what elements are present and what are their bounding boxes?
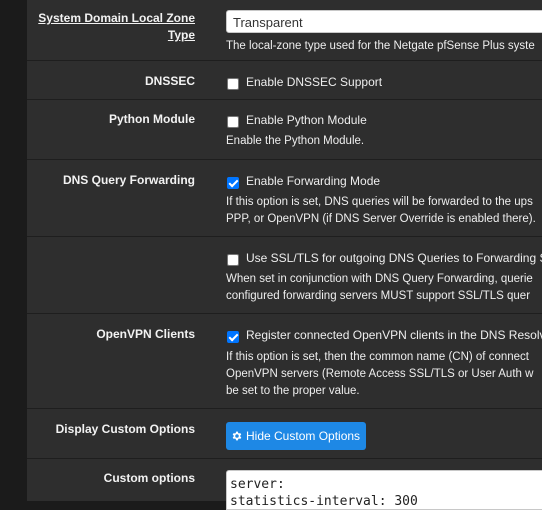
local-zone-type-help: The local-zone type used for the Netgate…: [226, 40, 535, 52]
openvpn-clients-checkbox-label: Register connected OpenVPN clients in th…: [246, 328, 542, 342]
custom-options-line1: server:: [230, 477, 285, 492]
openvpn-help-line3: be set to the proper value.: [226, 385, 360, 397]
display-custom-options-label: Display Custom Options: [55, 422, 195, 436]
forwarding-help-line1: If this option is set, DNS queries will …: [226, 196, 533, 208]
ssl-tls-help-line1: When set in conjunction with DNS Query F…: [226, 273, 533, 285]
ssl-tls-checkbox[interactable]: [227, 254, 239, 266]
dnssec-checkbox[interactable]: [227, 78, 239, 90]
python-module-label: Python Module: [109, 112, 195, 126]
left-edge-bar: [0, 0, 27, 501]
forwarding-mode-checkbox-label: Enable Forwarding Mode: [246, 174, 381, 188]
row-dns-query-forwarding: DNS Query Forwarding Enable Forwarding M…: [27, 160, 542, 237]
python-module-help: Enable the Python Module.: [226, 135, 365, 147]
dns-query-forwarding-label: DNS Query Forwarding: [62, 173, 195, 187]
row-local-zone-type: System Domain Local Zone Type Transparen…: [27, 0, 542, 61]
local-zone-type-label: System Domain Local Zone Type: [27, 10, 195, 44]
dns-resolver-settings-panel: System Domain Local Zone Type Transparen…: [27, 0, 542, 510]
openvpn-help-line2: OpenVPN servers (Remote Access SSL/TLS o…: [226, 368, 534, 380]
forwarding-help-line2: PPP, or OpenVPN (if DNS Server Override …: [226, 213, 536, 225]
row-dnssec: DNSSEC Enable DNSSEC Support: [27, 61, 542, 100]
forwarding-mode-checkbox[interactable]: [227, 177, 239, 189]
dnssec-checkbox-label: Enable DNSSEC Support: [246, 75, 383, 89]
python-module-checkbox[interactable]: [227, 116, 239, 128]
ssl-tls-checkbox-label: Use SSL/TLS for outgoing DNS Queries to …: [246, 251, 542, 265]
row-display-custom-options: Display Custom Options Hide Custom Optio…: [27, 409, 542, 459]
local-zone-type-label-line1: System Domain Local Zone: [38, 11, 195, 25]
local-zone-type-select[interactable]: Transparent: [226, 10, 542, 33]
gear-icon: [231, 429, 246, 443]
hide-custom-options-button[interactable]: Hide Custom Options: [226, 422, 366, 450]
custom-options-label: Custom options: [103, 471, 195, 485]
row-openvpn-clients: OpenVPN Clients Register connected OpenV…: [27, 314, 542, 409]
ssl-tls-help-line2: configured forwarding servers MUST suppo…: [226, 290, 531, 302]
row-ssl-tls: Use SSL/TLS for outgoing DNS Queries to …: [27, 237, 542, 314]
custom-options-line2: statistics-interval: 300: [230, 494, 418, 509]
python-module-checkbox-label: Enable Python Module: [246, 113, 367, 127]
openvpn-help-line1: If this option is set, then the common n…: [226, 351, 529, 363]
local-zone-type-label-line2: Type: [167, 28, 195, 42]
dnssec-label: DNSSEC: [144, 74, 195, 88]
custom-options-textarea[interactable]: server: statistics-interval: 300: [226, 470, 542, 510]
hide-custom-options-button-label: Hide Custom Options: [246, 429, 361, 443]
openvpn-clients-checkbox[interactable]: [227, 331, 239, 343]
row-python-module: Python Module Enable Python Module Enabl…: [27, 100, 542, 160]
openvpn-clients-label: OpenVPN Clients: [96, 327, 195, 341]
